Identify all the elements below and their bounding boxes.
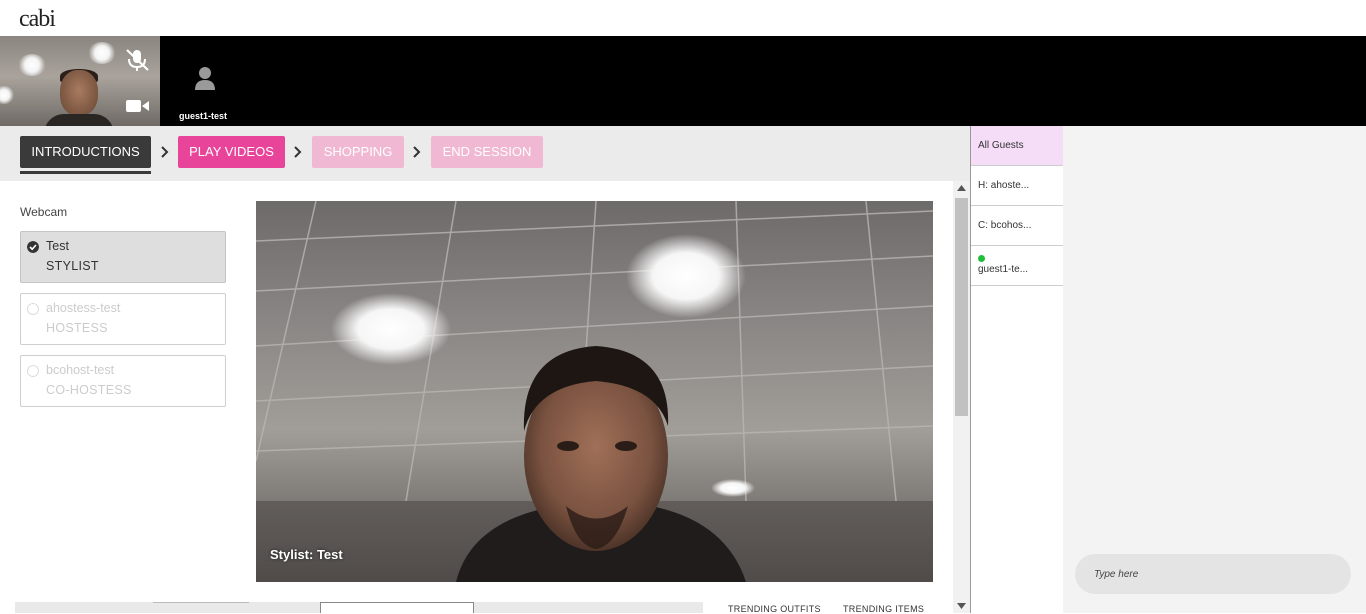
lower-content-strip <box>15 602 703 613</box>
step-shopping[interactable]: SHOPPING <box>312 136 404 168</box>
chat-input[interactable] <box>1075 554 1351 594</box>
person-name: bcohost-test <box>46 363 115 377</box>
video-camera-icon[interactable] <box>126 98 150 114</box>
self-camera-face <box>60 70 98 116</box>
chevron-right-icon <box>413 146 421 158</box>
chevron-right-icon <box>161 146 169 158</box>
online-status-dot <box>978 255 985 262</box>
step-end-session[interactable]: END SESSION <box>431 136 543 168</box>
guest-item-label: guest1-te... <box>978 264 1029 275</box>
cabi-logo: cabi <box>19 6 56 32</box>
top-bar: cabi <box>0 0 1366 36</box>
person-role: STYLIST <box>46 259 99 273</box>
person-name: Test <box>46 239 69 253</box>
guest-video-tile[interactable]: guest1-test <box>160 36 252 126</box>
video-caption: Stylist: Test <box>270 547 343 562</box>
step-play-videos[interactable]: PLAY VIDEOS <box>178 136 285 168</box>
session-steps: INTRODUCTIONS PLAY VIDEOS SHOPPING END S… <box>0 126 970 181</box>
lower-content-box <box>320 602 474 613</box>
radio-button[interactable] <box>27 303 39 315</box>
person-role: CO-HOSTESS <box>46 383 132 397</box>
guest-item-co-hostess[interactable]: C: bcohos... <box>971 206 1063 246</box>
webcam-option-co-hostess[interactable]: bcohost-test CO-HOSTESS <box>20 355 226 407</box>
guests-panel: All Guests H: ahoste... C: bcohos... gue… <box>970 126 1063 613</box>
main-scrollbar[interactable] <box>953 181 970 613</box>
mic-off-icon[interactable] <box>124 48 150 72</box>
chat-panel <box>1063 126 1366 613</box>
chevron-right-icon <box>294 146 302 158</box>
video-frame-illustration <box>256 201 933 582</box>
main-video: Stylist: Test <box>256 201 933 582</box>
scroll-down-arrow-icon[interactable] <box>957 603 966 609</box>
webcam-label: Webcam <box>20 205 68 219</box>
check-circle-icon <box>27 241 39 253</box>
webcam-option-stylist[interactable]: Test STYLIST <box>20 231 226 283</box>
self-camera-tile <box>0 36 160 126</box>
guest-item-hostess[interactable]: H: ahoste... <box>971 166 1063 206</box>
step-introductions[interactable]: INTRODUCTIONS <box>20 136 151 174</box>
user-icon <box>195 67 215 90</box>
video-strip: guest1-test <box>0 36 1366 126</box>
person-role: HOSTESS <box>46 321 108 335</box>
main-panel: INTRODUCTIONS PLAY VIDEOS SHOPPING END S… <box>0 126 970 614</box>
person-name: ahostess-test <box>46 301 121 315</box>
guest-filter-all[interactable]: All Guests <box>971 126 1063 166</box>
guest-item-guest1[interactable]: guest1-te... <box>971 246 1063 286</box>
radio-button[interactable] <box>27 365 39 377</box>
scroll-up-arrow-icon[interactable] <box>957 185 966 191</box>
scrollbar-thumb[interactable] <box>955 198 968 416</box>
guest-tile-name: guest1-test <box>179 111 228 121</box>
webcam-option-hostess[interactable]: ahostess-test HOSTESS <box>20 293 226 345</box>
